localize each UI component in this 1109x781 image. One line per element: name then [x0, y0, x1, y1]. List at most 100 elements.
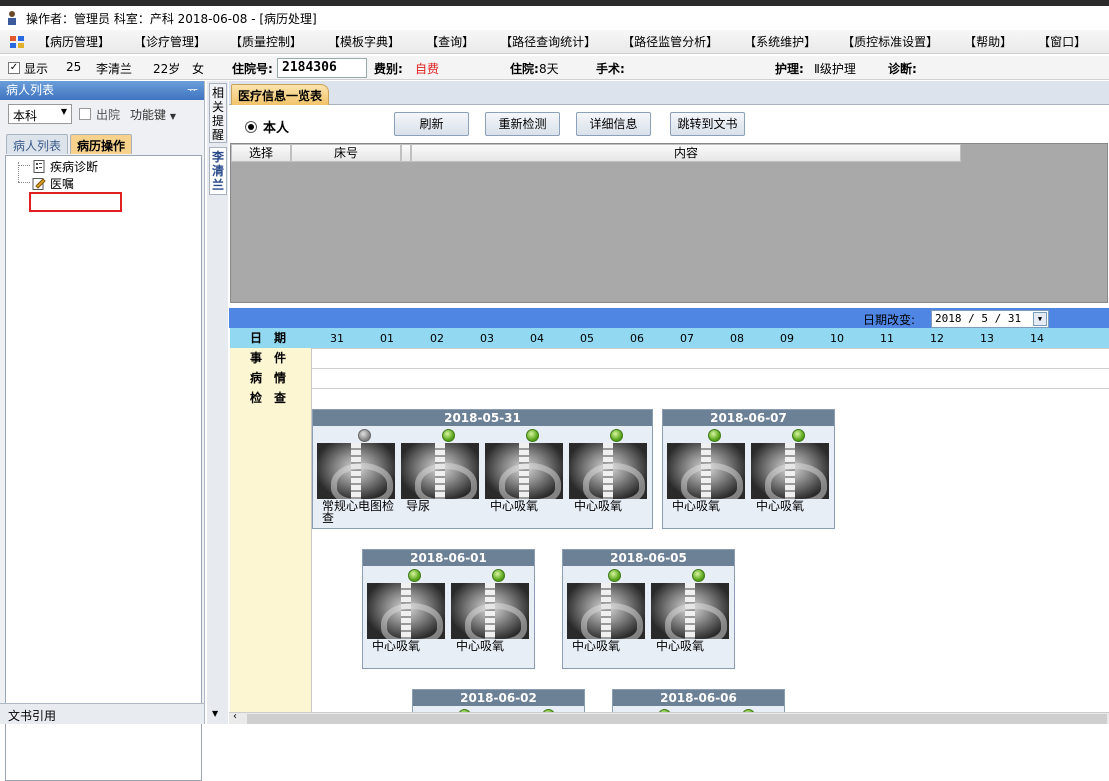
exam-caption: 中心吸氧 — [756, 499, 805, 513]
exam-caption: 中心吸氧 — [572, 639, 621, 653]
menu-item-system-maint[interactable]: 【系统维护】 — [744, 33, 816, 50]
tab-patient-list[interactable]: 病人列表 — [6, 134, 69, 154]
day-label: 11 — [880, 332, 894, 345]
xray-thumbnail[interactable] — [651, 583, 729, 639]
left-panel-tabs: 病人列表 病历操作 — [6, 134, 134, 155]
tree-item-orders[interactable]: 医嘱 — [32, 175, 74, 192]
xray-thumbnail[interactable] — [567, 583, 645, 639]
xray-image — [367, 583, 445, 639]
nursing-label: 护理: — [775, 62, 804, 76]
timeline-date-row: 31 01 02 03 04 05 06 07 08 09 10 11 12 1… — [312, 328, 1109, 348]
tree-item-diagnosis[interactable]: 疾病诊断 — [32, 158, 98, 175]
exam-group-date: 2018-06-07 — [663, 410, 834, 426]
grid-col-select[interactable]: 选择 — [231, 144, 291, 162]
menu-item-help[interactable]: 【帮助】 — [964, 33, 1012, 50]
scroll-down-icon[interactable]: ▼ — [212, 709, 218, 718]
day-label: 06 — [630, 332, 644, 345]
diagnosis-label: 诊断: — [888, 62, 917, 76]
pin-icon[interactable]: ᅲ — [187, 81, 198, 100]
status-dot-icon — [358, 429, 371, 442]
info-grid: 选择 床号 内容 — [230, 143, 1108, 303]
day-label: 12 — [930, 332, 944, 345]
admission-no-field[interactable]: 2184306 — [277, 58, 367, 78]
xray-thumbnail[interactable] — [401, 443, 479, 499]
xray-thumbnail[interactable] — [751, 443, 829, 499]
xray-thumbnail[interactable] — [367, 583, 445, 639]
menu-grid-icon[interactable] — [10, 35, 24, 48]
xray-image — [317, 443, 395, 499]
title-bar: 操作者：管理员 科室：产科 2018-06-08 - [病历处理] — [0, 6, 1109, 30]
status-dot-icon — [442, 429, 455, 442]
date-picker-value: 2018 / 5 / 31 — [935, 312, 1022, 325]
grid-col-spacer — [401, 144, 411, 162]
discharge-checkbox[interactable] — [79, 108, 91, 120]
menu-item-record-mgmt[interactable]: 【病历管理】 — [38, 33, 110, 50]
timeline-header-bar: 日期改变: 2018 / 5 / 31 ▼ — [229, 308, 1109, 328]
recheck-button[interactable]: 重新检测 — [485, 112, 560, 136]
xray-thumbnail[interactable] — [569, 443, 647, 499]
menu-item-quality-control[interactable]: 【质量控制】 — [230, 33, 302, 50]
menu-item-treatment-mgmt[interactable]: 【诊疗管理】 — [134, 33, 206, 50]
scroll-left-icon[interactable]: ‹ — [233, 711, 237, 722]
xray-image — [567, 583, 645, 639]
date-picker[interactable]: 2018 / 5 / 31 ▼ — [931, 310, 1049, 328]
menu-item-window[interactable]: 【窗口】 — [1038, 33, 1086, 50]
left-panel: 病人列表 ᅲ 本科 ▼ 出院 功能键 ▼ 病人列表 病历操作 疾病诊断 医嘱 文… — [0, 81, 205, 781]
menu-item-path-query-stats[interactable]: 【路径查询统计】 — [500, 33, 596, 50]
self-radio-option[interactable]: 本人 — [245, 117, 289, 136]
tree-item-label: 医嘱 — [50, 177, 75, 191]
tree-connector — [18, 182, 30, 183]
menu-item-qc-standards[interactable]: 【质控标准设置】 — [842, 33, 938, 50]
patient-sex: 女 — [192, 62, 205, 76]
day-label: 05 — [580, 332, 594, 345]
exam-caption: 中心吸氧 — [456, 639, 505, 653]
menu-item-path-supervision[interactable]: 【路径监管分析】 — [622, 33, 718, 50]
day-label: 10 — [830, 332, 844, 345]
dept-select[interactable]: 本科 ▼ — [8, 104, 72, 124]
menu-bar: 【病历管理】 【诊疗管理】 【质量控制】 【模板字典】 【查询】 【路径查询统计… — [0, 30, 1109, 54]
row-label-exam: 检查 — [250, 391, 299, 405]
exam-caption: 常规心电图检查 — [322, 499, 395, 525]
tab-patient-name[interactable]: 李清兰 — [209, 147, 227, 195]
exam-caption: 中心吸氧 — [574, 499, 623, 513]
function-key-button[interactable]: 功能键 ▼ — [130, 106, 176, 123]
exam-group-date: 2018-05-31 — [313, 410, 652, 426]
day-label: 07 — [680, 332, 694, 345]
xray-thumbnail[interactable] — [485, 443, 563, 499]
show-checkbox[interactable]: ✓ — [8, 62, 20, 74]
exam-group-date: 2018-06-06 — [613, 690, 784, 706]
exam-caption: 中心吸氧 — [490, 499, 539, 513]
self-radio[interactable] — [245, 120, 257, 133]
tab-related-reminders[interactable]: 相关提醒 — [209, 83, 227, 143]
xray-thumbnail[interactable] — [667, 443, 745, 499]
scrollbar-thumb[interactable] — [247, 714, 1107, 724]
day-label: 08 — [730, 332, 744, 345]
grid-col-bed[interactable]: 床号 — [291, 144, 401, 162]
record-ops-tree: 疾病诊断 医嘱 — [5, 155, 202, 781]
menu-item-template-dict[interactable]: 【模板字典】 — [328, 33, 400, 50]
menu-item-query[interactable]: 【查询】 — [426, 33, 474, 50]
xray-thumbnail[interactable] — [451, 583, 529, 639]
self-radio-label: 本人 — [263, 121, 290, 136]
timeline-panel: 日期改变: 2018 / 5 / 31 ▼ 日期 事件 病情 检查 31 01 … — [229, 308, 1109, 724]
refresh-button[interactable]: 刷新 — [394, 112, 469, 136]
xray-thumbnail[interactable] — [317, 443, 395, 499]
tab-record-ops[interactable]: 病历操作 — [70, 134, 133, 154]
exam-caption: 中心吸氧 — [672, 499, 721, 513]
stay-label: 住院: — [510, 62, 539, 76]
horizontal-scrollbar[interactable]: ‹ — [229, 711, 1109, 724]
grid-col-content[interactable]: 内容 — [411, 144, 961, 162]
chevron-down-icon[interactable]: ▼ — [1033, 312, 1047, 326]
xray-image — [401, 443, 479, 499]
discharge-label: 出院 — [96, 108, 121, 122]
fee-value: 自费 — [415, 62, 440, 76]
document-reference-bar[interactable]: 文书引用 — [0, 703, 204, 724]
details-button[interactable]: 详细信息 — [576, 112, 651, 136]
status-dot-icon — [408, 569, 421, 582]
dept-select-value: 本科 — [13, 109, 38, 123]
jump-to-document-button[interactable]: 跳转到文书 — [670, 112, 745, 136]
admission-no-label: 住院号: — [232, 62, 273, 76]
xray-image — [751, 443, 829, 499]
xray-image — [667, 443, 745, 499]
tab-medical-overview[interactable]: 医疗信息一览表 — [231, 84, 330, 105]
